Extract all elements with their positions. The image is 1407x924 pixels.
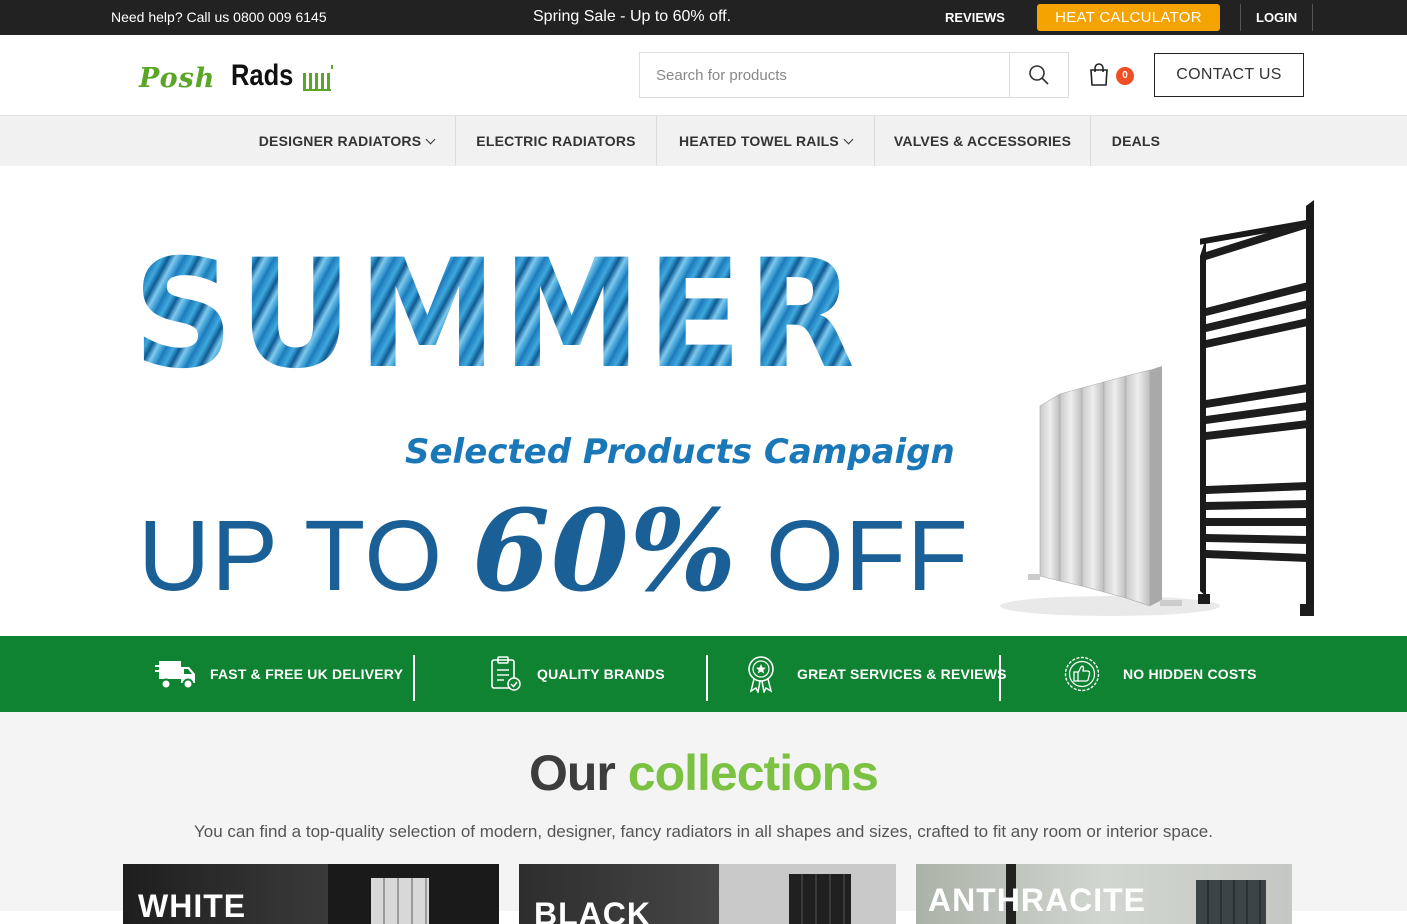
radiator-bars-icon xyxy=(303,65,333,91)
feature-label: GREAT SERVICES & REVIEWS xyxy=(797,666,1007,682)
contact-us-button[interactable]: CONTACT US xyxy=(1154,53,1304,97)
collection-card-white[interactable]: WHITE xyxy=(123,864,499,924)
nav-item-valves-accessories[interactable]: VALVES & ACCESSORIES xyxy=(875,116,1090,166)
divider xyxy=(1240,4,1241,31)
feature-label: QUALITY BRANDS xyxy=(537,666,665,682)
collections-description: You can find a top-quality selection of … xyxy=(194,822,1213,841)
site-header: Posh Rads 0 CONTACT US xyxy=(0,35,1407,116)
feature-label: FAST & FREE UK DELIVERY xyxy=(210,666,404,682)
thumbs-up-icon xyxy=(1064,656,1100,692)
cart-button[interactable]: 0 xyxy=(1088,63,1136,89)
search-box xyxy=(639,52,1069,98)
divider xyxy=(999,655,1001,701)
chevron-down-icon xyxy=(425,134,436,145)
divider xyxy=(1312,4,1313,31)
logo-rads-text: Rads xyxy=(231,59,294,92)
heat-calculator-button[interactable]: HEAT CALCULATOR xyxy=(1037,4,1220,31)
nav-item-designer-radiators[interactable]: DESIGNER RADIATORS xyxy=(238,116,455,166)
collections-section: Our collections You can find a top-quali… xyxy=(0,712,1407,924)
collection-card-label: WHITE xyxy=(138,888,247,924)
chevron-down-icon xyxy=(843,134,854,145)
reviews-link[interactable]: REVIEWS xyxy=(945,10,1005,25)
hero-offer-prefix: UP TO xyxy=(138,500,472,612)
cart-count-badge: 0 xyxy=(1116,67,1134,85)
feature-label: NO HIDDEN COSTS xyxy=(1123,666,1257,682)
nav-item-label: ELECTRIC RADIATORS xyxy=(476,133,636,149)
hero-subheadline: Selected Products Campaign xyxy=(405,432,955,472)
hero-offer: UP TO 60% OFF xyxy=(138,496,969,608)
hero-banner[interactable]: SUMMER Selected Products Campaign UP TO … xyxy=(0,166,1407,636)
anthracite-radiator-image xyxy=(1196,880,1266,924)
nav-item-label: VALVES & ACCESSORIES xyxy=(893,133,1072,149)
logo-posh-text: Posh xyxy=(139,63,216,94)
nav-item-electric-radiators[interactable]: ELECTRIC RADIATORS xyxy=(456,116,656,166)
black-radiator-image xyxy=(789,874,851,924)
collections-title-green: collections xyxy=(627,745,879,801)
collection-card-black[interactable]: BLACK xyxy=(519,864,896,924)
search-input[interactable] xyxy=(640,53,1010,97)
radiator-products-image xyxy=(1000,200,1314,616)
promo-text: Spring Sale - Up to 60% off. xyxy=(533,8,732,25)
collection-card-anthracite[interactable]: ANTHRACITE xyxy=(916,864,1292,924)
main-nav: DESIGNER RADIATORS ELECTRIC RADIATORS HE… xyxy=(0,116,1407,166)
nav-item-label: DEALS xyxy=(1111,133,1161,149)
white-radiator-image xyxy=(371,878,429,924)
divider xyxy=(706,655,708,701)
hero-offer-percent: 60% xyxy=(471,486,738,617)
award-icon xyxy=(748,656,774,693)
top-bar: Need help? Call us 0800 009 6145 Spring … xyxy=(0,0,1407,35)
search-button[interactable] xyxy=(1009,53,1068,97)
truck-icon xyxy=(155,661,195,690)
hero-headline: SUMMER xyxy=(133,228,861,402)
features-strip: FAST & FREE UK DELIVERY QUALITY BRANDS G… xyxy=(0,636,1407,712)
collections-title: Our collections xyxy=(0,744,1407,802)
feature-no-hidden-costs: NO HIDDEN COSTS xyxy=(1064,636,1257,712)
feature-delivery: FAST & FREE UK DELIVERY xyxy=(155,636,403,712)
collection-card-label: ANTHRACITE xyxy=(928,882,1146,918)
clipboard-check-icon xyxy=(491,656,521,691)
nav-item-label: DESIGNER RADIATORS xyxy=(258,133,422,149)
feature-services-reviews: GREAT SERVICES & REVIEWS xyxy=(746,636,1007,712)
divider xyxy=(413,655,415,701)
search-icon xyxy=(1029,65,1049,85)
nav-item-deals[interactable]: DEALS xyxy=(1091,116,1181,166)
shopping-bag-icon xyxy=(1090,63,1108,86)
nav-item-label: HEATED TOWEL RAILS xyxy=(679,133,839,149)
feature-quality-brands: QUALITY BRANDS xyxy=(490,636,665,712)
collection-card-label: BLACK xyxy=(534,896,651,924)
nav-item-heated-towel-rails[interactable]: HEATED TOWEL RAILS xyxy=(657,116,874,166)
help-phone-text[interactable]: Need help? Call us 0800 009 6145 xyxy=(111,9,327,25)
collections-title-dark: Our xyxy=(529,745,628,801)
hero-offer-suffix: OFF xyxy=(737,500,969,612)
login-link[interactable]: LOGIN xyxy=(1256,10,1297,25)
